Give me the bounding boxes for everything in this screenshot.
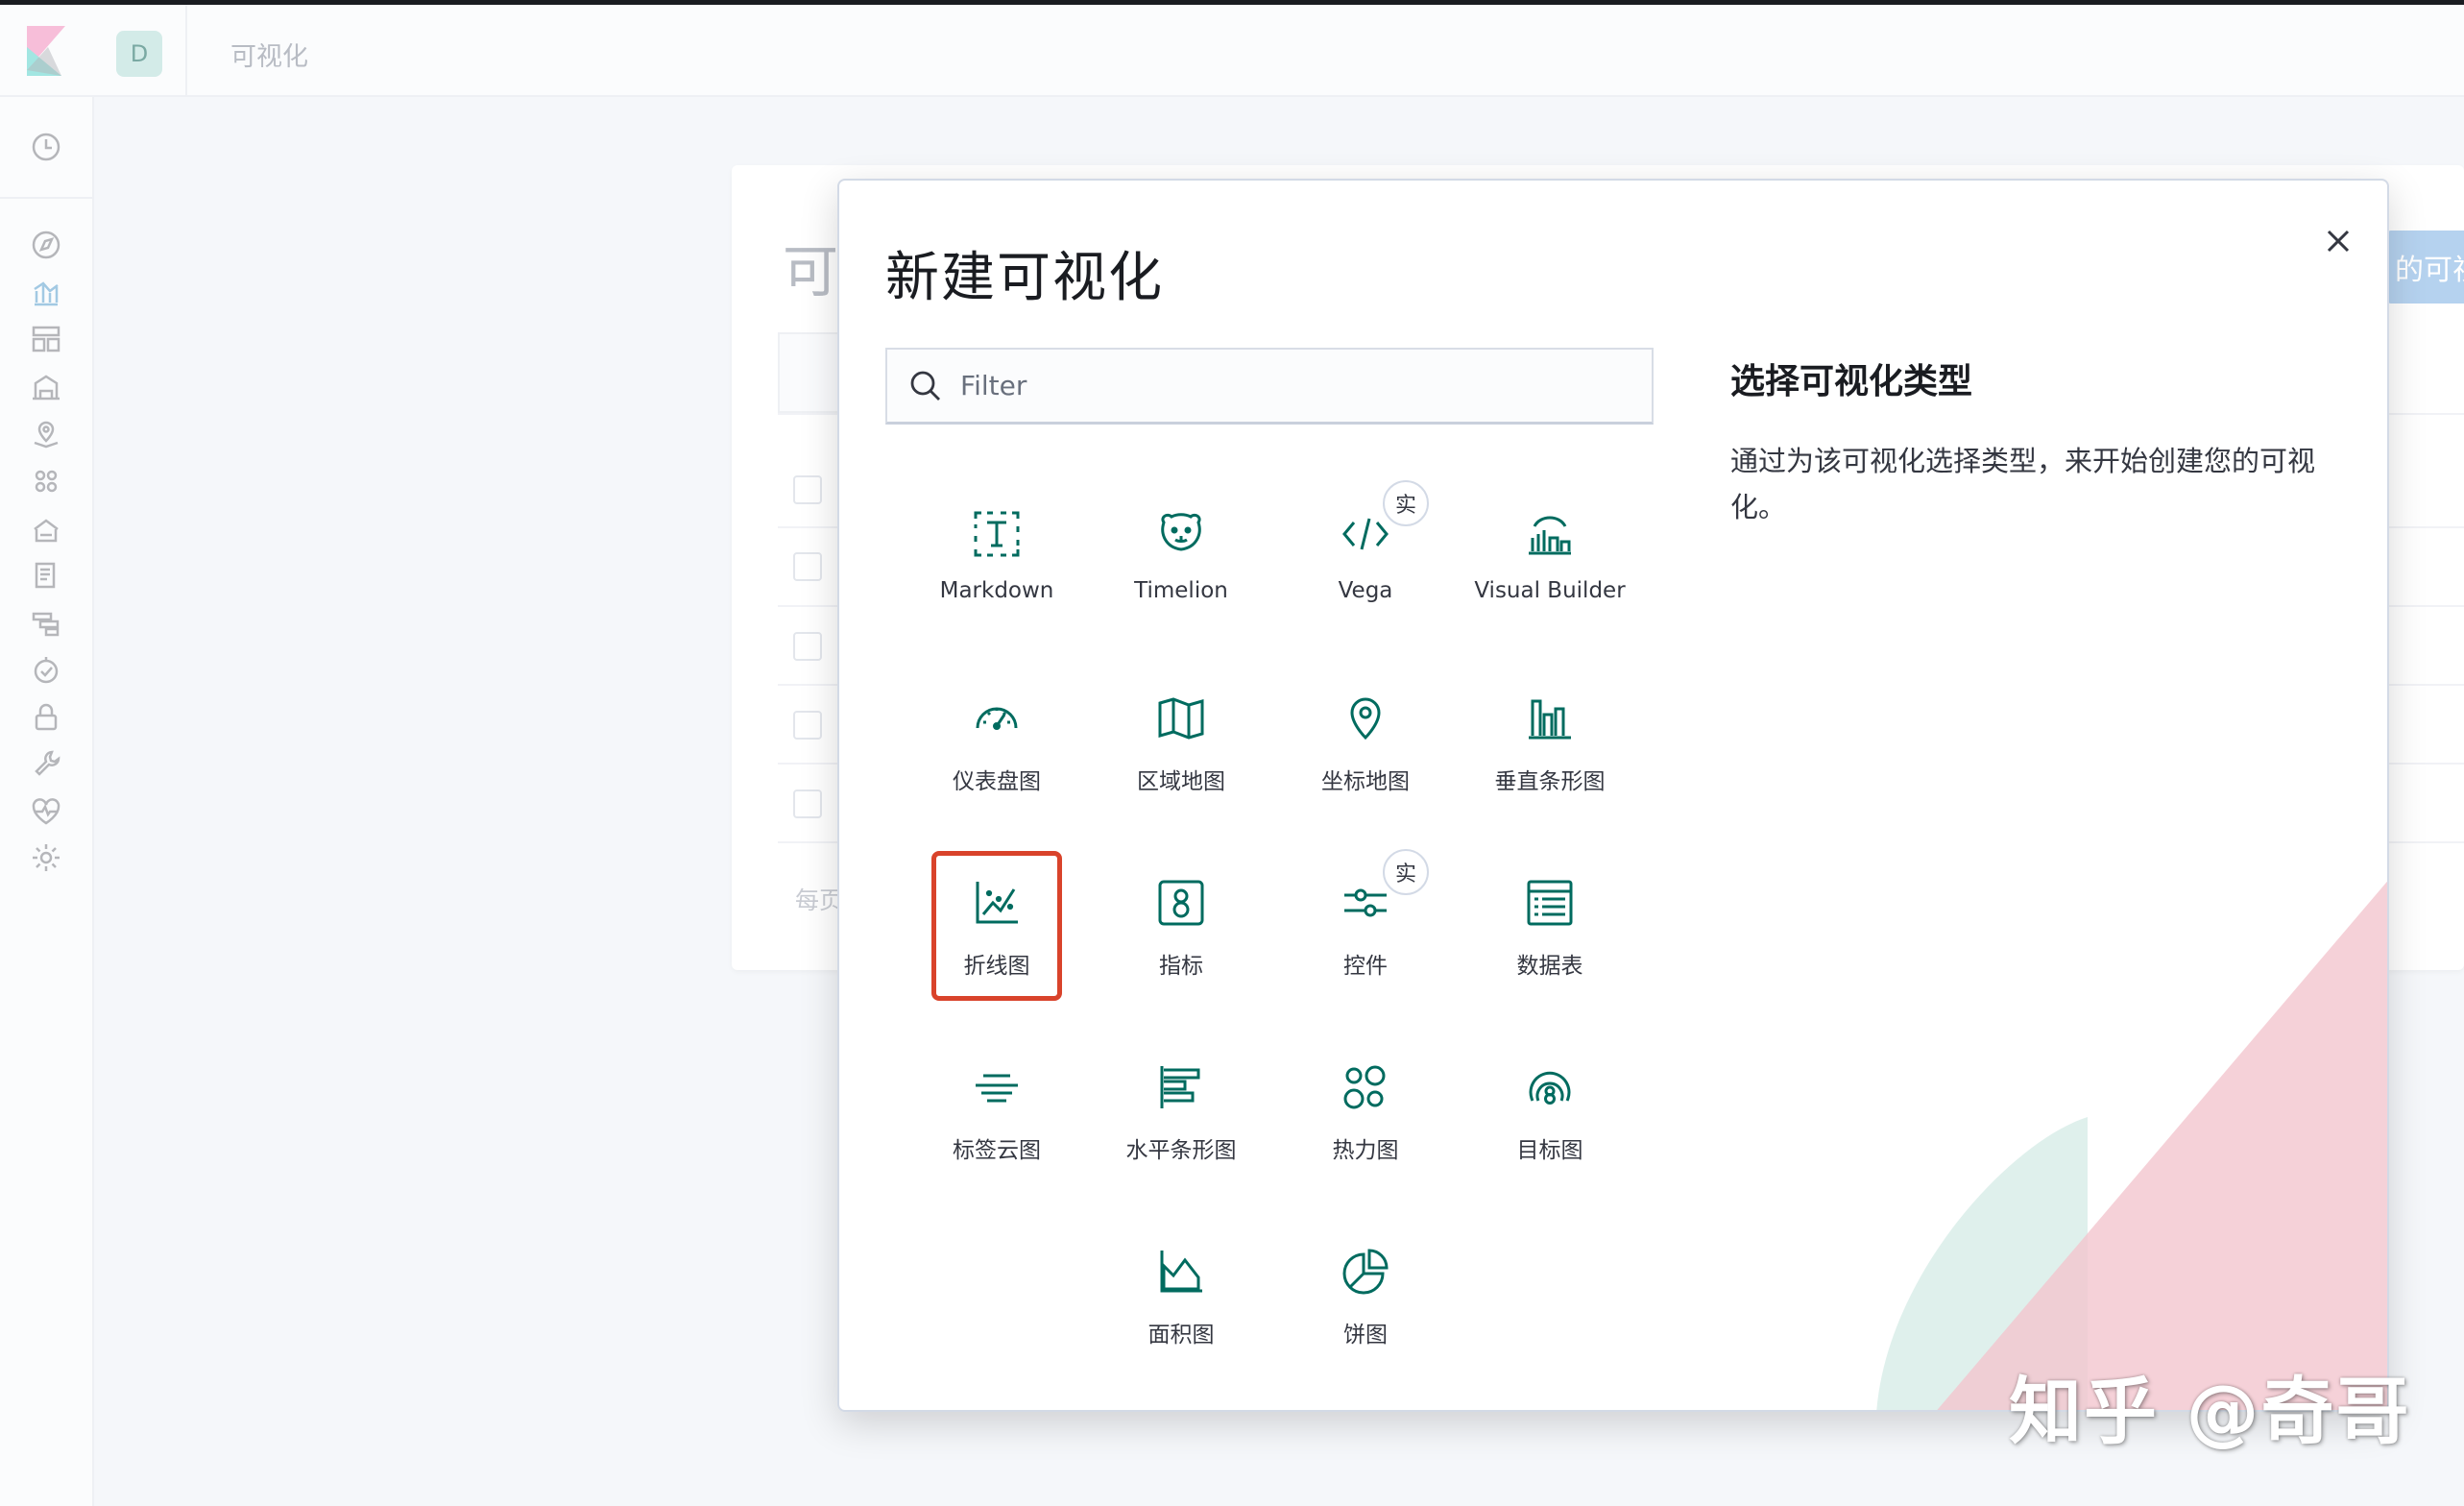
viz-type-vertical-bar[interactable]: 垂直条形图 [1485, 667, 1615, 816]
viz-type-gauge[interactable]: 仪表盘图 [931, 667, 1062, 816]
visualize-icon[interactable] [27, 274, 65, 312]
viz-type-heatmap[interactable]: 热力图 [1300, 1035, 1431, 1185]
sidebar-nav [0, 97, 94, 1506]
apm-icon[interactable] [27, 604, 65, 643]
select-type-heading: 选择可视化类型 [1730, 362, 1973, 401]
viz-type-area[interactable]: 面积图 [1116, 1220, 1246, 1370]
pie-chart-icon [1341, 1247, 1390, 1297]
uptime-icon[interactable] [27, 650, 65, 689]
timelion-icon [1156, 509, 1206, 559]
row-checkbox [793, 632, 822, 661]
viz-type-label: 目标图 [1516, 1138, 1583, 1163]
filter-field[interactable] [885, 348, 1654, 425]
infrastructure-icon[interactable] [27, 510, 65, 548]
viz-type-goal[interactable]: 目标图 [1485, 1035, 1615, 1185]
row-checkbox [793, 711, 822, 740]
viz-type-metric[interactable]: 指标 [1116, 851, 1246, 1001]
header-divider [185, 5, 187, 97]
area-chart-icon [1156, 1247, 1206, 1297]
horizontal-bar-icon [1156, 1062, 1206, 1112]
space-avatar[interactable]: D [116, 31, 162, 77]
modal-title: 新建可视化 [885, 247, 1164, 309]
logs-icon[interactable] [27, 556, 65, 595]
app-header: D 可视化 [0, 5, 2464, 97]
canvas-icon[interactable] [27, 368, 65, 406]
row-checkbox [793, 789, 822, 818]
viz-type-label: 垂直条形图 [1494, 769, 1606, 794]
viz-type-label: 饼图 [1343, 1323, 1388, 1348]
markdown-icon [972, 509, 1022, 559]
recent-icon[interactable] [27, 128, 65, 166]
dashboard-icon[interactable] [27, 320, 65, 358]
row-checkbox [793, 475, 822, 504]
ml-icon[interactable] [27, 462, 65, 500]
close-icon [2327, 230, 2350, 253]
viz-type-pie[interactable]: 饼图 [1300, 1220, 1431, 1370]
viz-type-horizontal-bar[interactable]: 水平条形图 [1116, 1035, 1246, 1185]
viz-type-visual-builder[interactable]: Visual Builder [1474, 482, 1626, 632]
create-visualization-button-fragment: 的可视 [2387, 231, 2464, 304]
dev-tools-icon[interactable] [27, 744, 65, 783]
map-pin-icon [1341, 693, 1390, 743]
visual-builder-icon [1525, 509, 1575, 559]
breadcrumb[interactable]: 可视化 [230, 36, 308, 73]
gauge-icon [972, 693, 1022, 743]
experimental-badge: 实 [1383, 480, 1429, 526]
viz-type-tag-cloud[interactable]: 标签云图 [931, 1035, 1062, 1185]
viz-type-region-map[interactable]: 区域地图 [1116, 667, 1246, 816]
viz-type-line[interactable]: 折线图 [931, 851, 1062, 1001]
settings-gear-icon[interactable] [27, 838, 65, 877]
viz-type-label: 数据表 [1516, 954, 1583, 979]
viz-type-coordinate-map[interactable]: 坐标地图 [1300, 667, 1431, 816]
close-modal-button[interactable] [2314, 217, 2362, 265]
region-map-icon [1156, 693, 1206, 743]
zhihu-watermark: 知乎 @奇哥 [2009, 1369, 2411, 1454]
viz-type-label: Visual Builder [1474, 578, 1626, 603]
page-title-fragment: 可 [783, 239, 839, 304]
experimental-badge: 实 [1383, 849, 1429, 895]
row-checkbox [793, 552, 822, 581]
data-table-icon [1525, 878, 1575, 928]
search-icon [910, 371, 940, 401]
new-visualization-modal: 新建可视化 Markdown Timelion Vega 实 Visual Bu… [837, 179, 2389, 1412]
code-icon [1341, 509, 1390, 559]
heatmap-icon [1341, 1062, 1390, 1112]
vertical-bar-icon [1525, 693, 1575, 743]
sidebar-divider [0, 197, 92, 199]
tag-cloud-icon [972, 1062, 1022, 1112]
rows-per-page-fragment: 每页 [795, 887, 844, 914]
controls-icon [1341, 878, 1390, 928]
kibana-logo[interactable] [27, 26, 65, 76]
filter-input[interactable] [960, 370, 1613, 401]
select-type-description: 通过为该可视化选择类型，来开始创建您的可视化。 [1730, 445, 2316, 523]
viz-type-timelion[interactable]: Timelion [1116, 482, 1246, 632]
line-chart-icon [972, 878, 1022, 928]
siem-icon[interactable] [27, 698, 65, 737]
goal-icon [1525, 1062, 1575, 1112]
discover-icon[interactable] [27, 226, 65, 264]
viz-type-data-table[interactable]: 数据表 [1485, 851, 1615, 1001]
maps-icon[interactable] [27, 414, 65, 452]
monitoring-icon[interactable] [27, 792, 65, 831]
metric-icon [1156, 878, 1206, 928]
viz-type-markdown[interactable]: Markdown [931, 482, 1062, 632]
